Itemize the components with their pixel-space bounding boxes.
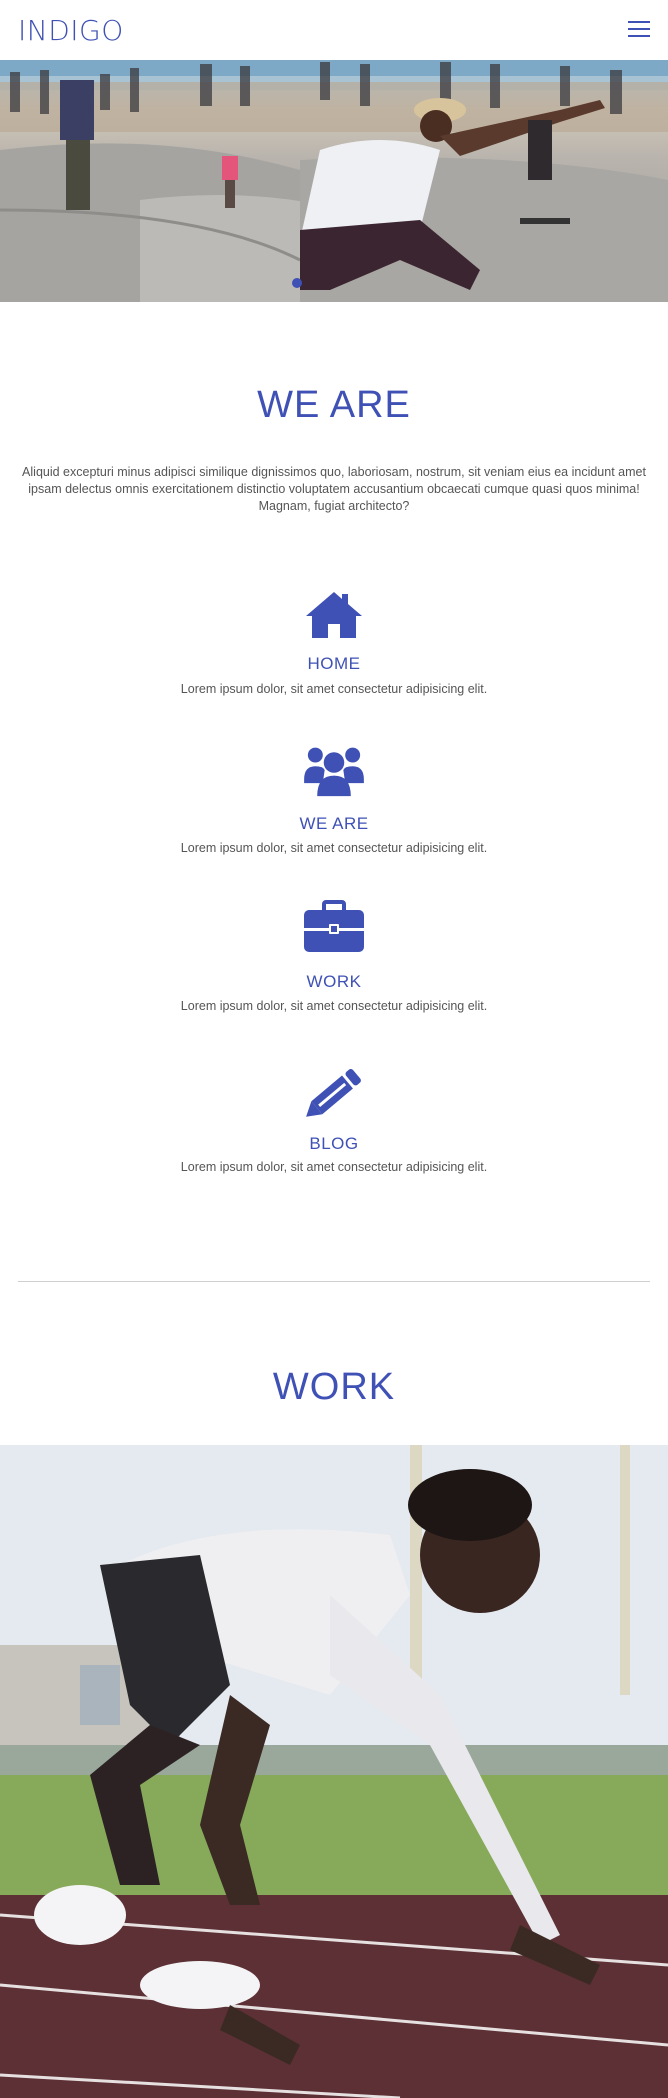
work-image bbox=[0, 1445, 668, 2098]
section-divider bbox=[18, 1281, 650, 1282]
home-icon bbox=[306, 592, 362, 638]
feature-text: Lorem ipsum dolor, sit amet consectetur … bbox=[180, 682, 488, 696]
pencil-icon bbox=[306, 1069, 361, 1117]
feature-title: HOME bbox=[307, 654, 361, 673]
hero-slider bbox=[0, 60, 668, 302]
feature-title: WE ARE bbox=[299, 814, 369, 833]
feature-text: Lorem ipsum dolor, sit amet consectetur … bbox=[180, 841, 488, 855]
feature-text: Lorem ipsum dolor, sit amet consectetur … bbox=[180, 1160, 488, 1174]
feature-text: Lorem ipsum dolor, sit amet consectetur … bbox=[180, 999, 488, 1013]
hamburger-menu-icon[interactable] bbox=[628, 20, 650, 38]
slider-dot-active[interactable] bbox=[292, 278, 302, 288]
sprinter-photo bbox=[0, 1445, 668, 2098]
we-are-title: WE ARE bbox=[257, 384, 411, 426]
skateboarder-photo bbox=[0, 60, 668, 302]
logo[interactable]: INDIGO bbox=[18, 14, 124, 47]
site-header: INDIGO bbox=[0, 0, 668, 60]
we-are-text: Aliquid excepturi minus adipisci similiq… bbox=[22, 465, 646, 513]
users-icon bbox=[304, 747, 364, 797]
feature-title: BLOG bbox=[309, 1134, 359, 1153]
briefcase-icon bbox=[304, 900, 364, 952]
work-title: WORK bbox=[272, 1366, 396, 1408]
feature-title: WORK bbox=[306, 972, 362, 991]
